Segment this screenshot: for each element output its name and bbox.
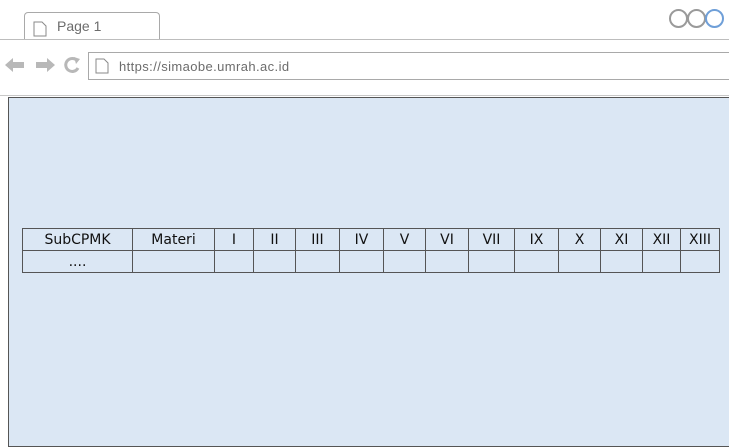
table-cell	[425, 250, 469, 273]
tab-page-1[interactable]: Page 1	[24, 12, 160, 39]
table-cell	[132, 250, 215, 273]
header-week-13: XIII	[680, 228, 720, 251]
table-cell	[600, 250, 643, 273]
header-week-1: I	[214, 228, 254, 251]
browser-chrome: Page 1 https://simaobe.umrah.ac.id	[0, 0, 729, 95]
table-cell	[558, 250, 601, 273]
header-week-7: VII	[468, 228, 515, 251]
table-row: ....	[22, 250, 720, 273]
window-control-circle-2-icon[interactable]	[687, 9, 706, 28]
table-cell	[642, 250, 681, 273]
header-week-12: XII	[642, 228, 681, 251]
tab-label: Page 1	[57, 18, 102, 34]
forward-arrow-icon[interactable]	[35, 58, 55, 72]
header-subcpmk: SubCPMK	[22, 228, 133, 251]
subcpmk-table: SubCPMK Materi I II III IV V VI VII IX X…	[22, 228, 720, 273]
header-week-6: VI	[425, 228, 469, 251]
header-materi: Materi	[132, 228, 215, 251]
page-icon	[33, 21, 47, 37]
window-control-circle-3-icon[interactable]	[705, 9, 724, 28]
table-cell	[383, 250, 426, 273]
header-week-4: IV	[339, 228, 384, 251]
address-bar[interactable]: https://simaobe.umrah.ac.id	[88, 52, 729, 80]
table-cell	[680, 250, 720, 273]
header-week-2: II	[253, 228, 296, 251]
table-cell	[514, 250, 559, 273]
toolbar-separator	[0, 95, 729, 96]
table-cell	[253, 250, 296, 273]
back-arrow-icon[interactable]	[5, 58, 25, 72]
header-week-10: X	[558, 228, 601, 251]
reload-icon[interactable]	[63, 56, 81, 74]
header-week-3: III	[295, 228, 340, 251]
table-header-row: SubCPMK Materi I II III IV V VI VII IX X…	[22, 228, 720, 251]
page-viewport: SubCPMK Materi I II III IV V VI VII IX X…	[8, 97, 729, 447]
tab-strip-line	[0, 39, 729, 40]
table-cell	[468, 250, 515, 273]
table-cell	[295, 250, 340, 273]
window-control-circle-1-icon[interactable]	[669, 9, 688, 28]
url-text: https://simaobe.umrah.ac.id	[119, 59, 290, 74]
header-week-11: XI	[600, 228, 643, 251]
table-cell	[214, 250, 254, 273]
header-week-5: V	[383, 228, 426, 251]
table-cell	[339, 250, 384, 273]
page-icon	[95, 58, 109, 74]
table-cell: ....	[22, 250, 133, 273]
header-week-9: IX	[514, 228, 559, 251]
